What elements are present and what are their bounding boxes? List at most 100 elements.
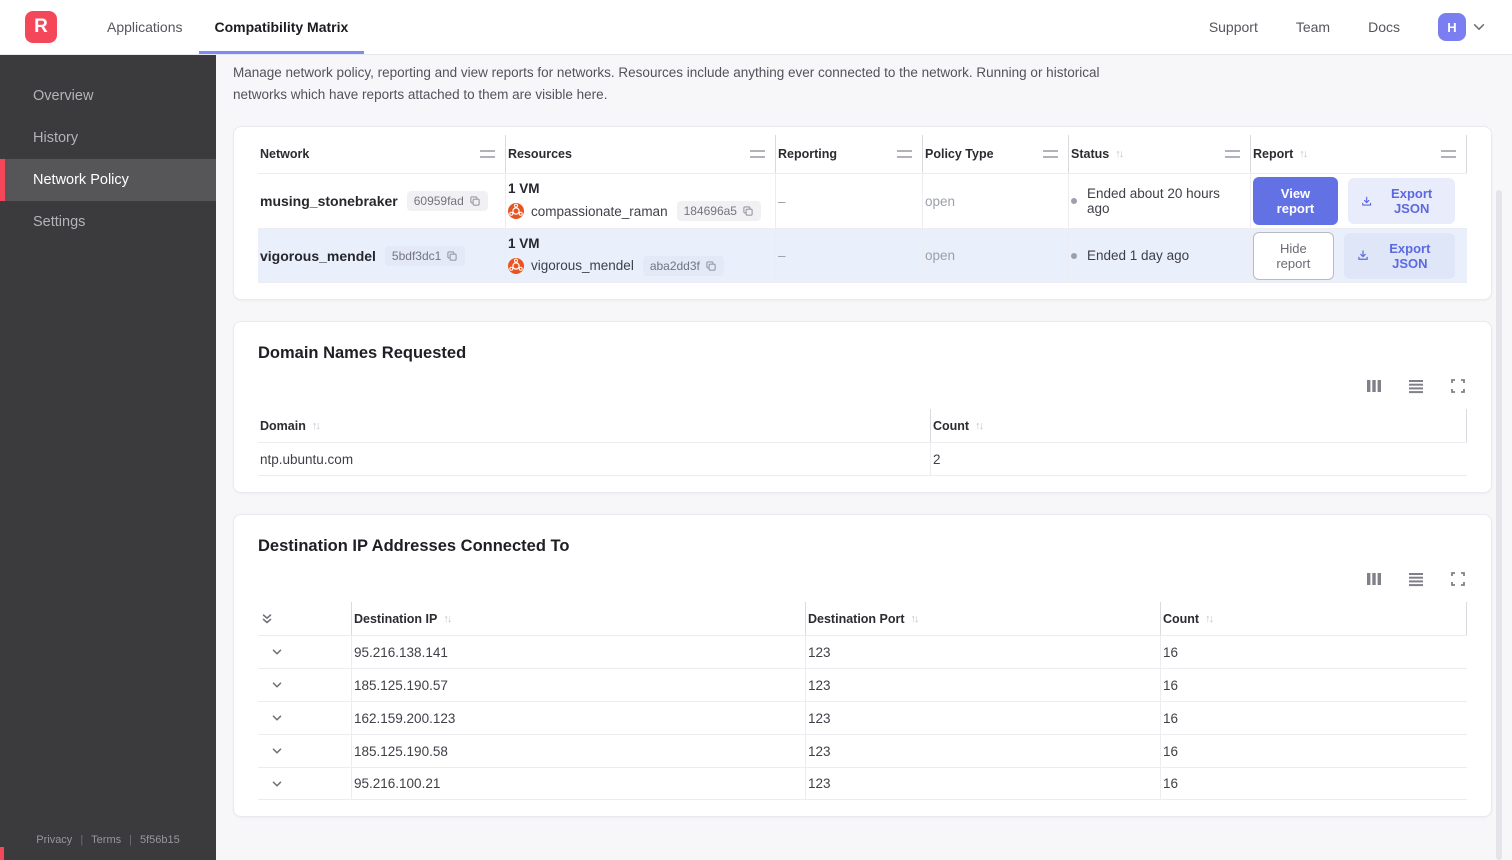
nav-link-team[interactable]: Team [1296, 19, 1330, 35]
expand-row-icon[interactable] [270, 777, 284, 791]
column-resize-handle[interactable] [897, 150, 912, 159]
expand-all-icon[interactable] [260, 612, 274, 626]
sidebar-item-network-policy[interactable]: Network Policy [0, 159, 216, 201]
view-report-button[interactable]: View report [1253, 177, 1338, 226]
nav-right: Support Team Docs H [1209, 0, 1512, 54]
copy-icon[interactable] [705, 260, 717, 272]
export-json-button[interactable]: Export JSON [1343, 232, 1455, 279]
expand-row-icon[interactable] [270, 711, 284, 725]
sidebar-item-overview[interactable]: Overview [0, 75, 216, 117]
resource-id: aba2dd3f [649, 258, 700, 273]
sort-icon[interactable] [1115, 148, 1122, 160]
chevron-down-icon [1473, 24, 1485, 30]
destination-port-cell: 123 [806, 768, 1161, 800]
avatar[interactable]: H [1438, 13, 1466, 41]
terms-link[interactable]: Terms [91, 834, 121, 846]
list-view-icon[interactable] [1407, 570, 1425, 588]
network-cell: musing_stonebraker 60959fad [258, 174, 506, 229]
resource-id-badge: aba2dd3f [642, 255, 724, 276]
destinations-table-body: 95.216.138.141 123 16 185.125.190.57 123… [258, 635, 1467, 801]
column-resize-handle[interactable] [1043, 150, 1058, 159]
tab-applications[interactable]: Applications [91, 0, 199, 54]
col-label: Reporting [778, 147, 838, 162]
build-id: 5f56b15 [139, 834, 180, 846]
col-reporting: Reporting [776, 135, 923, 174]
columns-view-icon[interactable] [1365, 570, 1383, 588]
main-content: Network Policy Beta Manage network polic… [216, 0, 1512, 818]
expand-row-icon[interactable] [270, 744, 284, 758]
networks-card: Network Resources Reporting Policy Type … [233, 126, 1492, 301]
domains-table-header: Domain Count [258, 409, 1467, 443]
status-cell: Ended about 20 hours ago [1069, 174, 1251, 229]
table-row: vigorous_mendel 5bdf3dc1 1 VM vigorous_m… [258, 228, 1467, 284]
network-cell: vigorous_mendel 5bdf3dc1 [258, 229, 506, 283]
copy-icon[interactable] [446, 250, 458, 262]
ubuntu-icon [508, 257, 524, 274]
col-resources: Resources [506, 135, 776, 174]
col-destination-port: Destination Port [806, 602, 1161, 636]
column-resize-handle[interactable] [1225, 150, 1240, 159]
domains-table-body: ntp.ubuntu.com 2 [258, 442, 1467, 477]
count-cell: 16 [1163, 677, 1179, 693]
destinations-card: Destination IP Addresses Connected To De… [233, 514, 1492, 818]
col-label: Destination IP [354, 611, 438, 626]
sort-icon[interactable] [312, 420, 319, 432]
sort-icon[interactable] [911, 613, 918, 625]
col-label: Count [933, 418, 970, 433]
app-logo[interactable]: R [25, 11, 57, 43]
download-icon [1362, 196, 1372, 206]
copy-icon[interactable] [742, 205, 754, 217]
sidebar-item-history[interactable]: History [0, 117, 216, 159]
fullscreen-icon[interactable] [1449, 570, 1467, 588]
tab-compatibility-matrix[interactable]: Compatibility Matrix [198, 0, 365, 54]
count-cell: 16 [1163, 743, 1179, 759]
col-label: Policy Type [925, 147, 994, 162]
column-resize-handle[interactable] [1441, 150, 1456, 159]
table-row: 185.125.190.58 123 16 [258, 734, 1467, 768]
sidebar-items: Overview History Network Policy Settings [0, 75, 216, 243]
count-cell: 16 [1163, 710, 1179, 726]
network-id-badge: 60959fad [406, 191, 488, 212]
expander-cell [258, 768, 352, 800]
networks-table-body: musing_stonebraker 60959fad 1 VM compass… [258, 173, 1467, 284]
networks-table: Network Resources Reporting Policy Type … [258, 135, 1467, 284]
sort-icon[interactable] [1205, 613, 1212, 625]
col-network: Network [258, 135, 506, 174]
col-report: Report [1251, 135, 1467, 174]
hide-report-button[interactable]: Hide report [1253, 231, 1334, 280]
ubuntu-icon [508, 203, 524, 220]
resource-name: vigorous_mendel [531, 258, 634, 274]
vm-count: 1 VM [508, 181, 540, 197]
nav-link-support[interactable]: Support [1209, 19, 1258, 35]
divider: | [80, 834, 84, 846]
fullscreen-icon[interactable] [1449, 377, 1467, 395]
status-text: Ended 1 day ago [1087, 248, 1190, 264]
privacy-link[interactable]: Privacy [36, 834, 72, 846]
export-json-button[interactable]: Export JSON [1347, 178, 1455, 225]
col-label: Count [1163, 611, 1200, 626]
destination-ip-cell: 95.216.100.21 [352, 768, 806, 800]
sidebar: Overview History Network Policy Settings… [0, 55, 216, 860]
page-description: Manage network policy, reporting and vie… [233, 65, 1100, 102]
sort-icon[interactable] [1299, 148, 1306, 160]
col-destination-ip: Destination IP [352, 602, 806, 636]
sidebar-item-settings[interactable]: Settings [0, 201, 216, 243]
nav-link-docs[interactable]: Docs [1368, 19, 1400, 35]
list-view-icon[interactable] [1407, 377, 1425, 395]
user-menu[interactable]: H [1438, 13, 1486, 41]
count-cell: 16 [1163, 776, 1179, 792]
column-resize-handle[interactable] [480, 150, 495, 159]
col-domain: Domain [258, 409, 931, 443]
policy-type-cell: open [923, 229, 1069, 283]
columns-view-icon[interactable] [1365, 377, 1383, 395]
expand-row-icon[interactable] [270, 645, 284, 659]
page-scrollbar[interactable] [1496, 190, 1502, 860]
destination-ip-cell: 185.125.190.57 [352, 669, 806, 702]
expander-cell [258, 669, 352, 702]
column-resize-handle[interactable] [750, 150, 765, 159]
sort-icon[interactable] [975, 420, 982, 432]
expander-cell [258, 735, 352, 768]
sort-icon[interactable] [443, 613, 450, 625]
copy-icon[interactable] [469, 195, 481, 207]
expand-row-icon[interactable] [270, 678, 284, 692]
